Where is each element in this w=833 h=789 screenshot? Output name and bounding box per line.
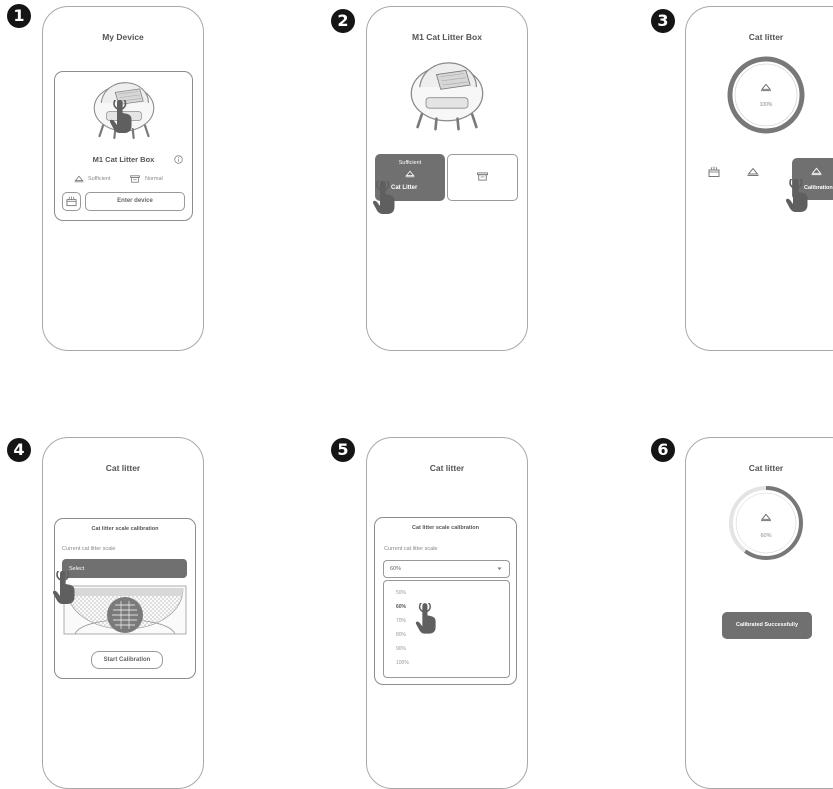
phone-screen-scale-dropdown: Cat litter Cat litter scale calibration … (366, 437, 528, 789)
litter-box-device-image (405, 57, 489, 132)
info-icon[interactable] (174, 155, 183, 164)
litter-level-gauge (727, 56, 805, 134)
litter-icon (760, 513, 772, 522)
chevron-down-icon (497, 567, 502, 570)
page-title: M1 Cat Litter Box (412, 32, 482, 42)
card-title: Cat litter scale calibration (91, 526, 159, 532)
step-4-badge: 4 (7, 438, 31, 462)
litter-icon[interactable] (747, 167, 759, 177)
field-label: Current cat litter scale (384, 546, 438, 552)
scale-option[interactable]: 90% (396, 646, 406, 652)
waste-bin-icon (130, 175, 140, 183)
scale-options-list: 50% 60% 70% 80% 90% 100% (383, 580, 510, 678)
gauge-value-text: 100% (759, 102, 773, 108)
page-title: Cat litter (105, 463, 141, 473)
litter-scale-diagram (63, 585, 187, 635)
scale-option-selected[interactable]: 60% (396, 604, 406, 610)
litter-box-icon[interactable] (708, 166, 720, 178)
tap-hand-icon (415, 603, 437, 635)
litter-box-icon (66, 196, 77, 207)
tap-hand-icon (372, 181, 396, 215)
litter-status-text: Sufficient (88, 176, 111, 182)
step-2-badge: 2 (331, 9, 355, 33)
enter-device-button[interactable]: Enter device (85, 192, 185, 211)
field-label: Current cat litter scale (62, 546, 116, 552)
tap-hand-icon (52, 571, 76, 605)
selected-value: 60% (390, 566, 402, 572)
scale-option[interactable]: 70% (396, 618, 406, 624)
step-6-badge: 6 (651, 438, 675, 462)
scale-option[interactable]: 100% (396, 660, 409, 666)
waste-bin-icon (477, 172, 488, 181)
calibration-card: Cat litter scale calibration Current cat… (54, 518, 196, 679)
tap-hand-icon (109, 100, 133, 134)
start-calibration-button[interactable]: Start Calibration (91, 651, 163, 669)
tap-hand-icon (785, 179, 809, 213)
step-3-badge: 3 (651, 9, 675, 33)
scale-option[interactable]: 50% (396, 590, 406, 596)
litter-icon (405, 170, 415, 178)
scale-option[interactable]: 80% (396, 632, 406, 638)
scale-select[interactable]: 60% (383, 560, 510, 578)
device-name: M1 Cat Litter Box (92, 155, 155, 164)
page-title: Cat litter (748, 463, 784, 473)
phone-screen-cat-litter: Cat litter 100% Calibration (685, 6, 833, 351)
device-card[interactable]: M1 Cat Litter Box Sufficient Normal Ente… (54, 71, 193, 221)
phone-screen-my-device: My Device M1 Cat Litter Box Sufficient N… (42, 6, 204, 351)
page-title: My Device (102, 32, 144, 42)
page-title: Cat litter (429, 463, 465, 473)
gauge-value-text: 60% (760, 533, 772, 539)
litter-icon (811, 167, 822, 176)
tile-status-text: Sufficient (398, 160, 422, 166)
scale-select[interactable]: Select (62, 559, 187, 578)
calibration-card: Cat litter scale calibration Current cat… (374, 517, 517, 685)
litter-icon (760, 83, 772, 92)
litter-box-shortcut-button[interactable] (62, 192, 81, 211)
step-1-badge: 1 (7, 4, 31, 28)
phone-screen-calibrated: Cat litter 60% Calibrated Successfully (685, 437, 833, 789)
bin-status-text: Normal (145, 176, 163, 182)
waste-bin-tile[interactable] (447, 154, 518, 201)
litter-level-icon (74, 175, 84, 183)
page-title: Cat litter (748, 32, 784, 42)
step-5-badge: 5 (331, 438, 355, 462)
phone-screen-calibration: Cat litter Cat litter scale calibration … (42, 437, 204, 789)
phone-screen-device-detail: M1 Cat Litter Box Sufficient Cat Litter (366, 6, 528, 351)
litter-level-gauge (729, 486, 803, 560)
card-title: Cat litter scale calibration (412, 525, 479, 531)
calibrated-successfully-button[interactable]: Calibrated Successfully (722, 612, 812, 639)
